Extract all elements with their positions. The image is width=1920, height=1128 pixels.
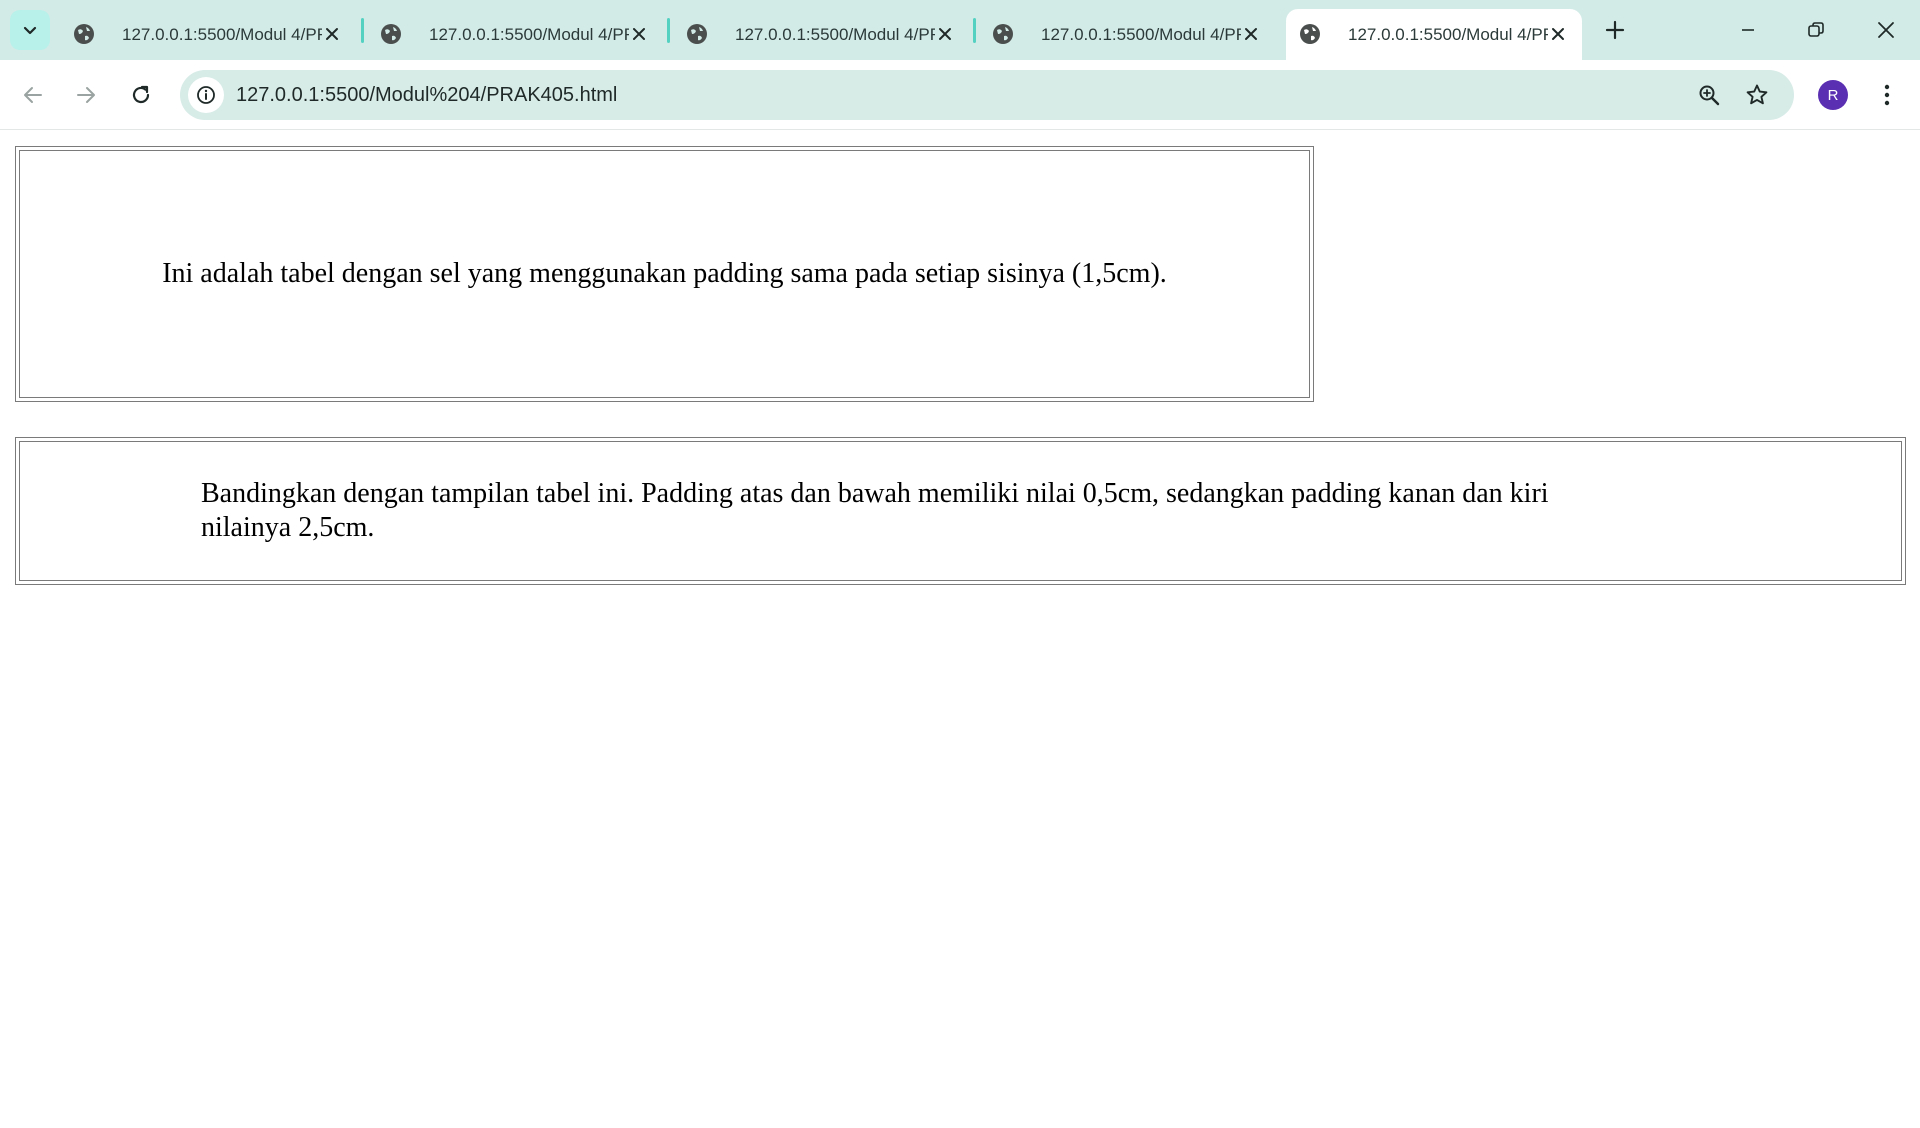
- url-text[interactable]: 127.0.0.1:5500/Modul%204/PRAK405.html: [236, 84, 617, 107]
- restore-button[interactable]: [1782, 0, 1850, 60]
- reload-button[interactable]: [122, 76, 160, 114]
- new-tab-button[interactable]: [1598, 13, 1632, 47]
- tab-separator: [361, 18, 364, 43]
- table2-text: Bandingkan dengan tampilan tabel ini. Pa…: [201, 478, 1549, 543]
- tab-strip: 127.0.0.1:5500/Modul 4/PRAK401.html 127.…: [0, 0, 1920, 60]
- close-icon[interactable]: [629, 24, 649, 44]
- profile-initial: R: [1827, 86, 1839, 104]
- close-window-icon: [1878, 22, 1894, 38]
- globe-icon: [687, 24, 707, 44]
- close-icon[interactable]: [322, 24, 342, 44]
- browser-toolbar: 127.0.0.1:5500/Modul%204/PRAK405.html R: [0, 60, 1920, 130]
- site-info-button[interactable]: [188, 77, 224, 113]
- back-arrow-icon: [24, 87, 42, 103]
- page-content: Ini adalah tabel dengan sel yang menggun…: [0, 130, 1920, 1128]
- table-mixed-padding: Bandingkan dengan tampilan tabel ini. Pa…: [15, 437, 1906, 585]
- minimize-button[interactable]: [1714, 0, 1782, 60]
- globe-icon: [1300, 24, 1320, 44]
- zoom-icon: [1699, 85, 1720, 106]
- table-equal-padding: Ini adalah tabel dengan sel yang menggun…: [15, 146, 1314, 402]
- tab-2[interactable]: 127.0.0.1:5500/Modul 4/PRAK402.html: [367, 9, 663, 60]
- zoom-button[interactable]: [1692, 78, 1726, 112]
- tab-4[interactable]: 127.0.0.1:5500/Modul 4/PRAK404.html: [979, 9, 1275, 60]
- tab-title: 127.0.0.1:5500/Modul 4/PRAK404.html: [1041, 24, 1241, 44]
- tab-title: 127.0.0.1:5500/Modul 4/PRAK401.html: [122, 24, 322, 44]
- minimize-icon: [1742, 29, 1754, 31]
- table1-text: Ini adalah tabel dengan sel yang menggun…: [162, 258, 1167, 289]
- table-cell: Bandingkan dengan tampilan tabel ini. Pa…: [19, 441, 1902, 581]
- address-bar[interactable]: 127.0.0.1:5500/Modul%204/PRAK405.html: [180, 70, 1794, 120]
- tab-title: 127.0.0.1:5500/Modul 4/PRAK405.html: [1348, 24, 1548, 44]
- close-window-button[interactable]: [1852, 0, 1920, 60]
- forward-button[interactable]: [67, 76, 105, 114]
- tab-search-button[interactable]: [10, 10, 50, 50]
- tab-title: 127.0.0.1:5500/Modul 4/PRAK402.html: [429, 24, 629, 44]
- profile-avatar[interactable]: R: [1818, 80, 1848, 110]
- tab-1[interactable]: 127.0.0.1:5500/Modul 4/PRAK401.html: [60, 9, 356, 60]
- tab-title: 127.0.0.1:5500/Modul 4/PRAK403.html: [735, 24, 935, 44]
- tab-3[interactable]: 127.0.0.1:5500/Modul 4/PRAK403.html: [673, 9, 969, 60]
- close-icon[interactable]: [1241, 24, 1261, 44]
- reload-icon: [132, 85, 150, 104]
- kebab-menu-icon: [1884, 84, 1890, 106]
- forward-arrow-icon: [77, 87, 95, 103]
- plus-icon: [1605, 20, 1625, 40]
- tab-separator: [667, 18, 670, 43]
- globe-icon: [993, 24, 1013, 44]
- globe-icon: [381, 24, 401, 44]
- info-icon: [197, 86, 215, 104]
- back-button[interactable]: [14, 76, 52, 114]
- close-icon[interactable]: [1548, 24, 1568, 44]
- star-icon: [1746, 84, 1768, 105]
- chevron-down-icon: [23, 26, 37, 35]
- tab-separator: [973, 18, 976, 43]
- globe-icon: [74, 24, 94, 44]
- close-icon[interactable]: [935, 24, 955, 44]
- restore-icon: [1808, 22, 1824, 37]
- tab-5-active[interactable]: 127.0.0.1:5500/Modul 4/PRAK405.html: [1286, 9, 1582, 60]
- browser-menu-button[interactable]: [1870, 78, 1904, 112]
- bookmark-button[interactable]: [1740, 78, 1774, 112]
- table-cell: Ini adalah tabel dengan sel yang menggun…: [19, 150, 1310, 398]
